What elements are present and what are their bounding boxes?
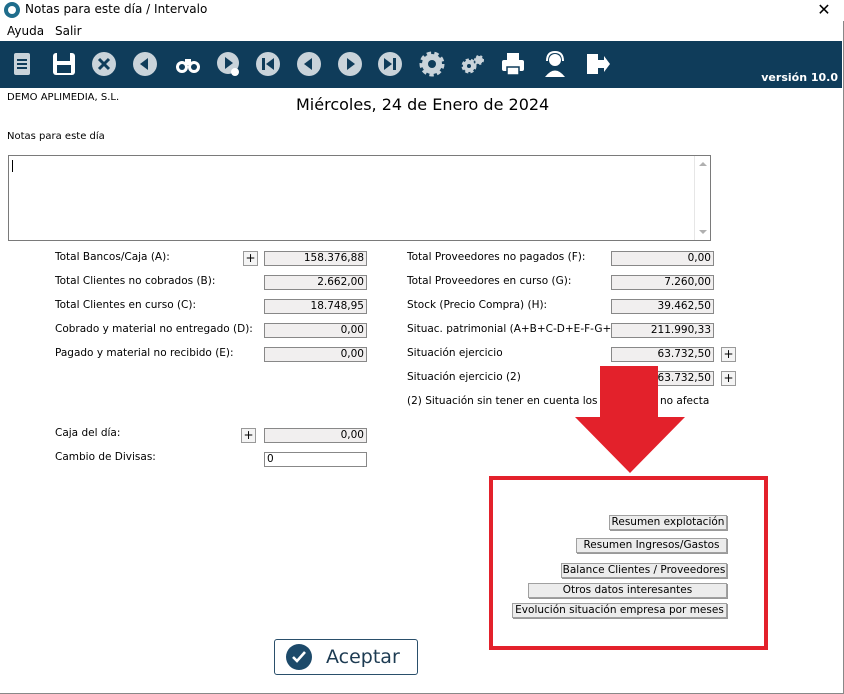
balance-clientes-proveedores-button[interactable]: Balance Clientes / Proveedores: [561, 563, 727, 578]
label-proveedores-no-pagados: Total Proveedores no pagados (F):: [407, 251, 586, 263]
value-total-bancos: 158.376,88: [264, 251, 367, 266]
app-logo-icon: [4, 2, 20, 18]
plus-button-bancos[interactable]: +: [243, 251, 258, 266]
first-icon[interactable]: [253, 49, 283, 79]
forward-search-icon[interactable]: [214, 49, 244, 79]
label-proveedores-en-curso: Total Proveedores en curso (G):: [407, 275, 572, 287]
scroll-down-icon[interactable]: [699, 230, 707, 234]
save-icon[interactable]: [49, 49, 79, 79]
date-title: Miércoles, 24 de Enero de 2024: [296, 95, 550, 114]
notes-label: Notas para este día: [7, 131, 105, 142]
value-proveedores-no-pagados: 0,00: [611, 251, 714, 266]
menu-ayuda[interactable]: Ayuda: [7, 24, 44, 38]
resumen-ingresos-gastos-button[interactable]: Resumen Ingresos/Gastos: [576, 538, 727, 553]
previous-icon[interactable]: [294, 49, 324, 79]
value-situacion-ejercicio: 63.732,50: [611, 347, 714, 362]
highlight-arrow-head: [575, 417, 685, 473]
toolbar: versión 10.0: [0, 41, 842, 88]
label-cobrado-no-entregado: Cobrado y material no entregado (D):: [55, 323, 253, 335]
value-proveedores-en-curso: 7.260,00: [611, 275, 714, 290]
exit-icon[interactable]: [582, 49, 612, 79]
value-clientes-en-curso: 18.748,95: [264, 299, 367, 314]
label-total-bancos: Total Bancos/Caja (A):: [55, 251, 170, 263]
resumen-explotacion-button[interactable]: Resumen explotación: [609, 515, 727, 530]
value-clientes-no-cobrados: 2.662,00: [264, 275, 367, 290]
plus-button-caja[interactable]: +: [241, 428, 256, 443]
footnote-end: no afecta: [660, 395, 710, 407]
text-caret: [12, 160, 13, 172]
label-caja-dia: Caja del día:: [55, 427, 121, 439]
label-clientes-en-curso: Total Clientes en curso (C):: [55, 299, 197, 311]
plus-button-situacion-ejercicio-2[interactable]: +: [721, 371, 736, 386]
label-situacion-patrimonial: Situac. patrimonial (A+B+C-D+E-F-G+H): [407, 323, 624, 335]
scroll-up-icon[interactable]: [699, 162, 707, 166]
cancel-icon[interactable]: [89, 49, 119, 79]
back-icon[interactable]: [130, 49, 160, 79]
value-situacion-patrimonial: 211.990,33: [611, 323, 714, 338]
label-situacion-ejercicio-2: Situación ejercicio (2): [407, 371, 521, 383]
next-icon[interactable]: [335, 49, 365, 79]
value-cobrado-no-entregado: 0,00: [264, 323, 367, 338]
value-stock: 39.462,50: [611, 299, 714, 314]
label-stock: Stock (Precio Compra) (H):: [407, 299, 548, 311]
value-pagado-no-recibido: 0,00: [264, 347, 367, 362]
label-situacion-ejercicio: Situación ejercicio: [407, 347, 503, 359]
footnote: (2) Situación sin tener en cuenta los ma…: [407, 395, 628, 407]
label-cambio-divisas: Cambio de Divisas:: [55, 451, 156, 463]
settings-icon[interactable]: [417, 49, 447, 79]
value-caja-dia: 0,00: [264, 428, 367, 443]
notes-scrollbar[interactable]: [694, 156, 710, 240]
menu-bar: Ayuda Salir: [0, 22, 844, 41]
window-title: Notas para este día / Intervalo: [25, 2, 208, 16]
highlight-arrow-shaft: [600, 366, 658, 418]
accept-button[interactable]: Aceptar: [274, 639, 418, 675]
last-icon[interactable]: [375, 49, 405, 79]
menu-salir[interactable]: Salir: [55, 24, 82, 38]
input-cambio-divisas[interactable]: 0: [264, 452, 367, 467]
main-window: Notas para este día / Intervalo ✕ Ayuda …: [0, 0, 844, 694]
document-icon[interactable]: [7, 49, 37, 79]
evolucion-situacion-button[interactable]: Evolución situación empresa por meses: [512, 603, 727, 618]
binoculars-icon[interactable]: [173, 49, 203, 79]
close-icon[interactable]: ✕: [812, 0, 836, 20]
version-label: versión 10.0: [761, 71, 838, 84]
checkmark-icon: [286, 644, 312, 670]
title-bar: Notas para este día / Intervalo ✕: [0, 0, 844, 21]
label-pagado-no-recibido: Pagado y material no recibido (E):: [55, 347, 234, 359]
print-icon[interactable]: [498, 49, 528, 79]
notes-textarea[interactable]: [8, 155, 711, 241]
label-clientes-no-cobrados: Total Clientes no cobrados (B):: [55, 275, 216, 287]
company-name: DEMO APLIMEDIA, S.L.: [7, 92, 120, 103]
plus-button-situacion-ejercicio[interactable]: +: [721, 347, 736, 362]
accept-label: Aceptar: [326, 646, 400, 668]
gears-icon[interactable]: [458, 49, 488, 79]
otros-datos-button[interactable]: Otros datos interesantes: [528, 583, 727, 598]
support-icon[interactable]: [540, 49, 570, 79]
